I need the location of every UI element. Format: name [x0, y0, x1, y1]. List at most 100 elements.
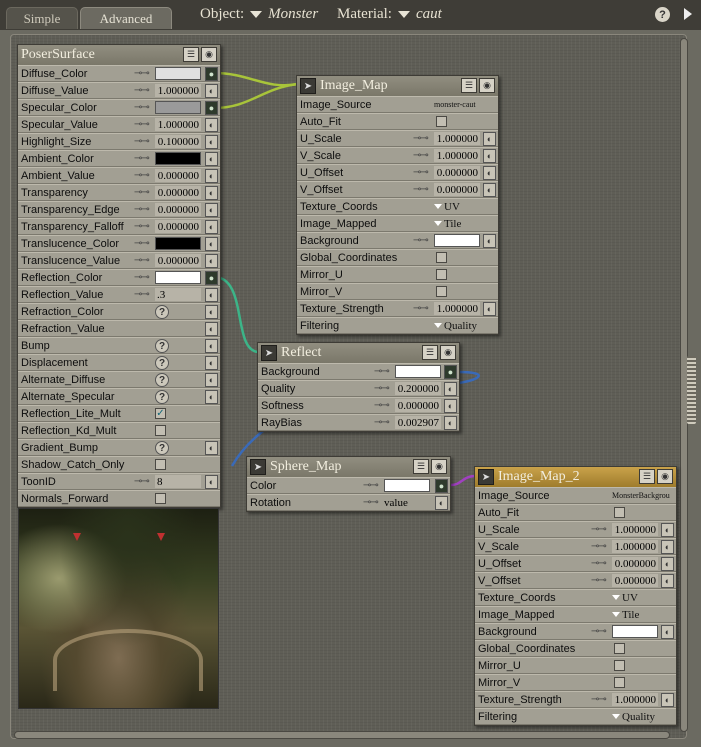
connect-plug-icon[interactable]: ◐	[205, 372, 218, 387]
param-checkbox[interactable]	[155, 425, 166, 436]
param-row[interactable]: Shadow_Catch_Only	[18, 456, 220, 473]
connect-plug-icon[interactable]: ◐	[661, 539, 674, 554]
param-row[interactable]: U_Offset ⊸⊸ 0.000000 ◐	[297, 164, 498, 181]
preview-toggle-icon[interactable]: ◉	[479, 78, 495, 93]
param-row[interactable]: Ambient_Color ⊸⊸ ◐	[18, 150, 220, 167]
param-row[interactable]: ToonID ⊸⊸ 8 ◐	[18, 473, 220, 490]
connect-plug-icon[interactable]: ●	[205, 270, 218, 285]
param-value-field[interactable]: .3	[155, 288, 201, 301]
param-row[interactable]: Mirror_U	[475, 657, 676, 674]
object-selector[interactable]: Object: Monster	[200, 6, 318, 23]
param-row[interactable]: Alternate_Specular? ◐	[18, 388, 220, 405]
param-row[interactable]: Rotation ⊸⊸ value ◐	[247, 494, 450, 511]
connect-plug-icon[interactable]: ◐	[483, 233, 496, 248]
color-swatch[interactable]	[612, 625, 658, 638]
connect-plug-icon[interactable]: ◐	[483, 165, 496, 180]
color-swatch[interactable]	[155, 237, 201, 250]
param-row[interactable]: Displacement? ◐	[18, 354, 220, 371]
connect-plug-icon[interactable]: ◐	[661, 522, 674, 537]
param-row[interactable]: Auto_Fit	[297, 113, 498, 130]
color-swatch[interactable]	[155, 271, 201, 284]
color-swatch[interactable]	[155, 67, 201, 80]
param-row[interactable]: Mirror_V	[297, 283, 498, 300]
param-dropdown[interactable]: Quality	[434, 320, 477, 332]
param-row[interactable]: RayBias ⊸⊸ 0.002907 ◐	[258, 414, 459, 431]
connect-plug-icon[interactable]: ◐	[205, 338, 218, 353]
tab-advanced[interactable]: Advanced	[80, 7, 172, 29]
param-row[interactable]: Translucence_Color ⊸⊸ ◐	[18, 235, 220, 252]
connect-plug-icon[interactable]: ◐	[661, 624, 674, 639]
param-row[interactable]: Specular_Value ⊸⊸ 1.000000 ◐	[18, 116, 220, 133]
param-row[interactable]: Normals_Forward	[18, 490, 220, 507]
connect-plug-icon[interactable]: ◐	[205, 236, 218, 251]
param-row[interactable]: Diffuse_Value ⊸⊸ 1.000000 ◐	[18, 82, 220, 99]
options-icon[interactable]: ☰	[422, 345, 438, 360]
connect-plug-icon[interactable]: ◐	[205, 219, 218, 234]
preview-toggle-icon[interactable]: ◉	[657, 469, 673, 484]
param-checkbox[interactable]	[614, 507, 625, 518]
param-row[interactable]: Transparency_Falloff ⊸⊸ 0.000000 ◐	[18, 218, 220, 235]
param-row[interactable]: Translucence_Value ⊸⊸ 0.000000 ◐	[18, 252, 220, 269]
param-value-field[interactable]: 0.000000	[155, 220, 201, 233]
image-source-value[interactable]: MonsterBackgrou	[612, 491, 670, 500]
scrollbar-thumb[interactable]	[687, 356, 696, 424]
node-header[interactable]: ➤ Image_Map_2 ☰ ◉	[475, 467, 676, 487]
connect-plug-icon[interactable]: ◐	[661, 556, 674, 571]
param-row[interactable]: Texture_Coords UV	[475, 589, 676, 606]
help-question-icon[interactable]: ?	[155, 356, 169, 370]
param-checkbox[interactable]	[155, 493, 166, 504]
help-question-icon[interactable]: ?	[155, 305, 169, 319]
connect-plug-icon[interactable]: ◐	[483, 131, 496, 146]
param-checkbox[interactable]	[436, 286, 447, 297]
param-value-field[interactable]: 1.000000	[612, 540, 658, 553]
param-value-field[interactable]: 0.000000	[612, 574, 658, 587]
options-icon[interactable]: ☰	[639, 469, 655, 484]
help-question-icon[interactable]: ?	[155, 390, 169, 404]
param-row[interactable]: Filtering Quality	[475, 708, 676, 725]
param-dropdown[interactable]: Quality	[612, 711, 655, 723]
param-row[interactable]: Filtering Quality	[297, 317, 498, 334]
param-row[interactable]: Reflection_Lite_Mult ✓	[18, 405, 220, 422]
connect-plug-icon[interactable]: ◐	[661, 692, 674, 707]
connect-plug-icon[interactable]: ◐	[205, 117, 218, 132]
param-row[interactable]: Specular_Color ⊸⊸ ●	[18, 99, 220, 116]
param-value-field[interactable]: 0.200000	[395, 382, 441, 395]
sphere-map-node[interactable]: ➤ Sphere_Map ☰ ◉ Color ⊸⊸ ● Rotation ⊸⊸ value ◐	[246, 456, 451, 512]
options-icon[interactable]: ☰	[413, 459, 429, 474]
param-row[interactable]: Refraction_Value ◐	[18, 320, 220, 337]
connect-plug-icon[interactable]: ●	[435, 478, 448, 493]
connect-plug-icon[interactable]: ◐	[205, 355, 218, 370]
param-checkbox[interactable]	[155, 459, 166, 470]
material-selector[interactable]: Material: caut	[337, 6, 442, 23]
param-row[interactable]: Reflection_Value ⊸⊸ .3 ◐	[18, 286, 220, 303]
param-row[interactable]: Reflection_Kd_Mult	[18, 422, 220, 439]
param-row[interactable]: Quality ⊸⊸ 0.200000 ◐	[258, 380, 459, 397]
horizontal-scrollbar[interactable]	[14, 731, 670, 739]
help-question-icon[interactable]: ?	[155, 441, 169, 455]
connect-plug-icon[interactable]: ◐	[205, 151, 218, 166]
node-header[interactable]: PoserSurface ☰ ◉	[18, 45, 220, 65]
connect-plug-icon[interactable]: ◐	[205, 168, 218, 183]
param-value-field[interactable]: 1.000000	[612, 693, 658, 706]
image-map-2-node[interactable]: ➤ Image_Map_2 ☰ ◉ Image_Source MonsterBack…	[474, 466, 677, 726]
reflect-node[interactable]: ➤ Reflect ☰ ◉ Background ⊸⊸ ● Quality ⊸⊸ 0.200…	[257, 342, 460, 432]
param-value-field[interactable]: 1.000000	[434, 132, 480, 145]
param-row[interactable]: Texture_Strength ⊸⊸ 1.000000 ◐	[297, 300, 498, 317]
param-row[interactable]: Mirror_U	[297, 266, 498, 283]
param-value-field[interactable]: 0.000000	[155, 169, 201, 182]
param-row[interactable]: U_Scale ⊸⊸ 1.000000 ◐	[297, 130, 498, 147]
param-row[interactable]: Diffuse_Color ⊸⊸ ●	[18, 65, 220, 82]
param-value-field[interactable]: 0.000000	[434, 183, 480, 196]
connect-plug-icon[interactable]: ◐	[205, 202, 218, 217]
connect-plug-icon[interactable]: ●	[205, 66, 218, 81]
param-row[interactable]: Background ⊸⊸ ◐	[297, 232, 498, 249]
color-swatch[interactable]	[155, 152, 201, 165]
connect-plug-icon[interactable]: ◐	[483, 148, 496, 163]
node-header[interactable]: ➤ Reflect ☰ ◉	[258, 343, 459, 363]
param-row[interactable]: Image_Source monster-caut	[297, 96, 498, 113]
play-icon[interactable]	[684, 8, 692, 20]
param-row[interactable]: Texture_Coords UV	[297, 198, 498, 215]
param-value-field[interactable]: 1.000000	[155, 118, 201, 131]
connect-plug-icon[interactable]: ●	[205, 100, 218, 115]
connect-plug-icon[interactable]: ◐	[483, 301, 496, 316]
